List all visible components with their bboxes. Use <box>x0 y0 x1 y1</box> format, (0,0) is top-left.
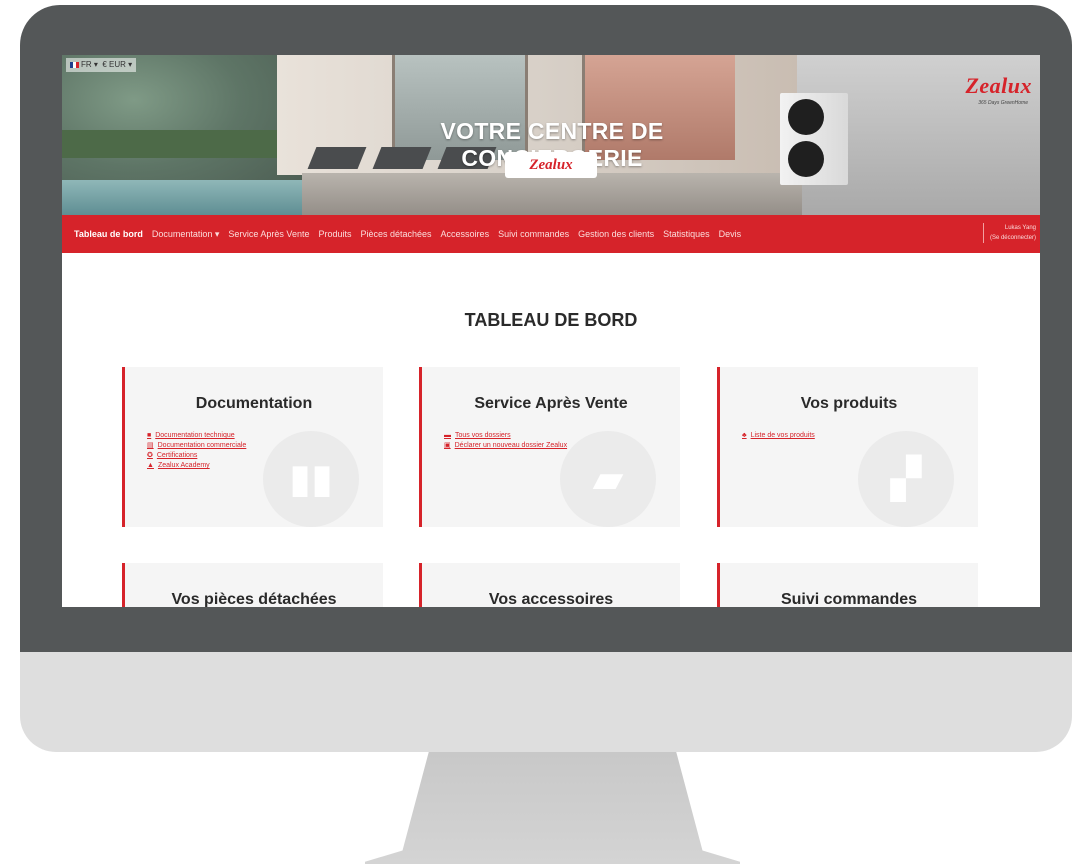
link-documentation-commerciale[interactable]: ▤ Documentation commerciale <box>147 441 246 451</box>
logout-link[interactable]: (Se déconnecter) <box>990 233 1036 243</box>
folder-open-icon: ▰ <box>592 456 624 502</box>
link-zealux-academy[interactable]: ▲ Zealux Academy <box>147 461 246 471</box>
card-title: Suivi commandes <box>780 591 918 607</box>
monitor-stand <box>365 752 740 864</box>
main-nav: Tableau de bord Documentation ▾ Service … <box>62 215 1040 253</box>
screen: FR ▾ € EUR ▾ VOTRE CENTRE DE CONCIERGERI… <box>62 55 1040 607</box>
nav-item-documentation[interactable]: Documentation ▾ <box>152 229 220 240</box>
nav-item-pieces-detachees[interactable]: Pièces détachées <box>361 229 432 239</box>
file-icon: ▤ <box>147 442 154 449</box>
nav-items: Tableau de bord Documentation ▾ Service … <box>74 215 750 253</box>
card-title: Service Après Vente <box>474 395 628 412</box>
card-bg-circle: ▮▮ <box>263 431 359 527</box>
fan-icon <box>788 141 824 177</box>
link-label: Zealux Academy <box>157 462 210 469</box>
nav-item-statistiques[interactable]: Statistiques <box>663 229 710 239</box>
nav-item-suivi-commandes[interactable]: Suivi commandes <box>498 229 569 239</box>
banner-hedge <box>62 130 292 158</box>
chevron-down-icon: ▾ <box>93 60 98 69</box>
link-label: Liste de vos produits <box>750 432 815 439</box>
link-documentation-technique[interactable]: ■ Documentation technique <box>147 431 246 441</box>
nav-item-accessoires[interactable]: Accessoires <box>441 229 490 239</box>
card-suivi-commandes: Suivi commandes <box>717 563 978 607</box>
link-certifications[interactable]: ✪ Certifications <box>147 451 246 461</box>
page-title: TABLEAU DE BORD <box>464 310 638 330</box>
card-documentation: ▮▮ Documentation ■ Documentation techniq… <box>122 367 383 527</box>
user-name: Lukas Yang <box>1004 225 1036 231</box>
link-label: Documentation technique <box>155 432 235 439</box>
link-label: Tous vos dossiers <box>455 432 511 439</box>
nav-item-gestion-clients[interactable]: Gestion des clients <box>578 229 654 239</box>
folder-plus-icon: ▣ <box>444 442 451 449</box>
card-service-apres-vente: ▰ Service Après Vente ▬ Tous vos dossier… <box>419 367 680 527</box>
boxes-icon: ▞ <box>890 456 922 502</box>
card-title: Documentation <box>195 395 313 412</box>
lounge-chair <box>307 147 367 169</box>
link-tous-vos-dossiers[interactable]: ▬ Tous vos dossiers <box>444 431 567 441</box>
card-vos-produits: ▞ Vos produits ♣ Liste de vos produits <box>717 367 978 527</box>
book-icon: ■ <box>147 432 152 439</box>
graduation-cap-icon: ▲ <box>147 462 154 469</box>
france-flag-icon <box>70 61 79 68</box>
link-label: Certifications <box>156 452 198 459</box>
heat-pump-unit <box>780 93 848 185</box>
card-title: Vos accessoires <box>488 591 614 607</box>
nav-item-service-apres-vente[interactable]: Service Après Vente <box>228 229 309 239</box>
card-links: ■ Documentation technique ▤ Documentatio… <box>147 431 246 471</box>
card-bg-circle: ▰ <box>560 431 656 527</box>
link-label: Déclarer un nouveau dossier Zealux <box>454 442 568 449</box>
nav-item-devis[interactable]: Devis <box>719 229 742 239</box>
locale-selector[interactable]: FR ▾ € EUR ▾ <box>66 58 137 72</box>
nav-item-tableau-de-bord[interactable]: Tableau de bord <box>74 229 143 239</box>
language-label: FR <box>81 60 92 69</box>
nav-item-produits[interactable]: Produits <box>318 229 351 239</box>
card-title: Vos pièces détachées <box>171 591 337 607</box>
link-label: Documentation commerciale <box>157 442 247 449</box>
folder-icon: ▬ <box>444 432 451 439</box>
monitor-chin <box>20 652 1072 752</box>
card-vos-accessoires: Vos accessoires <box>419 563 680 607</box>
certificate-icon: ✪ <box>147 452 153 459</box>
brand-logo[interactable]: Zealux <box>965 73 1032 99</box>
hero-banner: FR ▾ € EUR ▾ VOTRE CENTRE DE CONCIERGERI… <box>62 55 1040 215</box>
link-liste-produits[interactable]: ♣ Liste de vos produits <box>742 431 815 441</box>
card-title: Vos produits <box>800 395 898 412</box>
boxes-icon: ♣ <box>742 432 747 439</box>
card-links: ▬ Tous vos dossiers ▣ Déclarer un nouvea… <box>444 431 567 451</box>
link-declarer-dossier[interactable]: ▣ Déclarer un nouveau dossier Zealux <box>444 441 567 451</box>
card-links: ♣ Liste de vos produits <box>742 431 815 441</box>
brand-tagline: 365 Days GreenHome <box>978 100 1028 106</box>
card-bg-circle: ▞ <box>858 431 954 527</box>
banner-center-logo: Zealux <box>505 152 597 178</box>
book-icon: ▮▮ <box>288 456 334 502</box>
fan-icon <box>788 99 824 135</box>
card-vos-pieces-detachees: Vos pièces détachées <box>122 563 383 607</box>
currency-label: € EUR <box>102 60 126 69</box>
user-menu: Lukas Yang (Se déconnecter) <box>982 223 1036 243</box>
banner-deck <box>302 173 802 215</box>
chevron-down-icon: ▾ <box>128 60 133 69</box>
